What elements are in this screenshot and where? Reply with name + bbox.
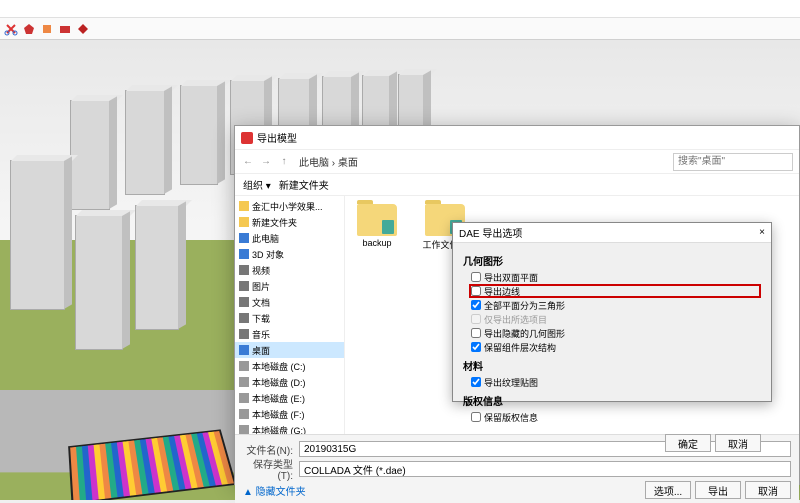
tree-item[interactable]: 本地磁盘 (C:) — [235, 358, 344, 374]
tree-item[interactable]: 文档 — [235, 294, 344, 310]
chk-two-sided[interactable] — [471, 272, 481, 282]
group-material: 材料 — [463, 358, 761, 373]
tree-item[interactable]: 3D 对象 — [235, 246, 344, 262]
toolbar-icon-2[interactable] — [22, 22, 36, 36]
tree-item[interactable]: 本地磁盘 (F:) — [235, 406, 344, 422]
filetype-select[interactable] — [299, 461, 791, 477]
cancel-button[interactable]: 取消 — [745, 481, 791, 499]
chk-selection — [471, 314, 481, 324]
group-copyright: 版权信息 — [463, 393, 761, 408]
toolbar — [0, 18, 800, 40]
dialog-nav: ← → ↑ 此电脑 › 桌面 — [235, 150, 799, 174]
toolbar-icon-1[interactable] — [4, 22, 18, 36]
dialog-title: 导出模型 — [257, 130, 297, 145]
tree-item[interactable]: 本地磁盘 (G:) — [235, 422, 344, 434]
chk-texture[interactable] — [471, 377, 481, 387]
tree-item[interactable]: 视频 — [235, 262, 344, 278]
chk-edges[interactable] — [471, 286, 481, 296]
tree-item[interactable]: 桌面 — [235, 342, 344, 358]
options-title: DAE 导出选项 — [459, 225, 522, 240]
organize-menu[interactable]: 组织 ▾ — [243, 177, 271, 192]
tree-item[interactable]: 本地磁盘 (D:) — [235, 374, 344, 390]
export-button[interactable]: 导出 — [695, 481, 741, 499]
dialog-toolbar: 组织 ▾ 新建文件夹 — [235, 174, 799, 196]
dae-options-dialog: DAE 导出选项 × 几何图形 导出双面平面 导出边线 全部平面分为三角形 仅导… — [452, 222, 772, 402]
options-cancel-button[interactable]: 取消 — [715, 434, 761, 452]
filetype-label: 保存类型(T): — [243, 456, 293, 482]
options-ok-button[interactable]: 确定 — [665, 434, 711, 452]
nav-back-icon[interactable]: ← — [241, 155, 255, 169]
dialog-titlebar[interactable]: 导出模型 — [235, 126, 799, 150]
breadcrumb[interactable]: 此电脑 › 桌面 — [295, 154, 669, 169]
filename-label: 文件名(N): — [243, 442, 293, 457]
close-icon[interactable]: × — [759, 227, 765, 238]
toolbar-icon-4[interactable] — [58, 22, 72, 36]
nav-forward-icon[interactable]: → — [259, 155, 273, 169]
tree-item[interactable]: 此电脑 — [235, 230, 344, 246]
toolbar-icon-3[interactable] — [40, 22, 54, 36]
chk-hierarchy[interactable] — [471, 342, 481, 352]
tree-item[interactable]: 图片 — [235, 278, 344, 294]
menubar[interactable] — [0, 0, 800, 18]
new-folder-button[interactable]: 新建文件夹 — [279, 177, 329, 192]
options-titlebar[interactable]: DAE 导出选项 × — [453, 223, 771, 243]
chk-hidden[interactable] — [471, 328, 481, 338]
options-button[interactable]: 选项... — [645, 481, 691, 499]
hide-folders-toggle[interactable]: ▲ 隐藏文件夹 — [243, 483, 306, 498]
nav-up-icon[interactable]: ↑ — [277, 155, 291, 169]
search-input[interactable] — [673, 153, 793, 171]
chk-copyright[interactable] — [471, 412, 481, 422]
tree-item[interactable]: 新建文件夹 — [235, 214, 344, 230]
chk-triangulate[interactable] — [471, 300, 481, 310]
tree-item[interactable]: 音乐 — [235, 326, 344, 342]
folder-item[interactable]: backup — [353, 204, 401, 248]
tree-item[interactable]: 下载 — [235, 310, 344, 326]
tree-item[interactable]: 本地磁盘 (E:) — [235, 390, 344, 406]
app-icon — [241, 132, 253, 144]
group-geometry: 几何图形 — [463, 253, 761, 268]
tree-item[interactable]: 金汇中小学效果... — [235, 198, 344, 214]
toolbar-icon-5[interactable] — [76, 22, 90, 36]
folder-tree[interactable]: 金汇中小学效果...新建文件夹此电脑3D 对象视频图片文档下载音乐桌面本地磁盘 … — [235, 196, 345, 434]
